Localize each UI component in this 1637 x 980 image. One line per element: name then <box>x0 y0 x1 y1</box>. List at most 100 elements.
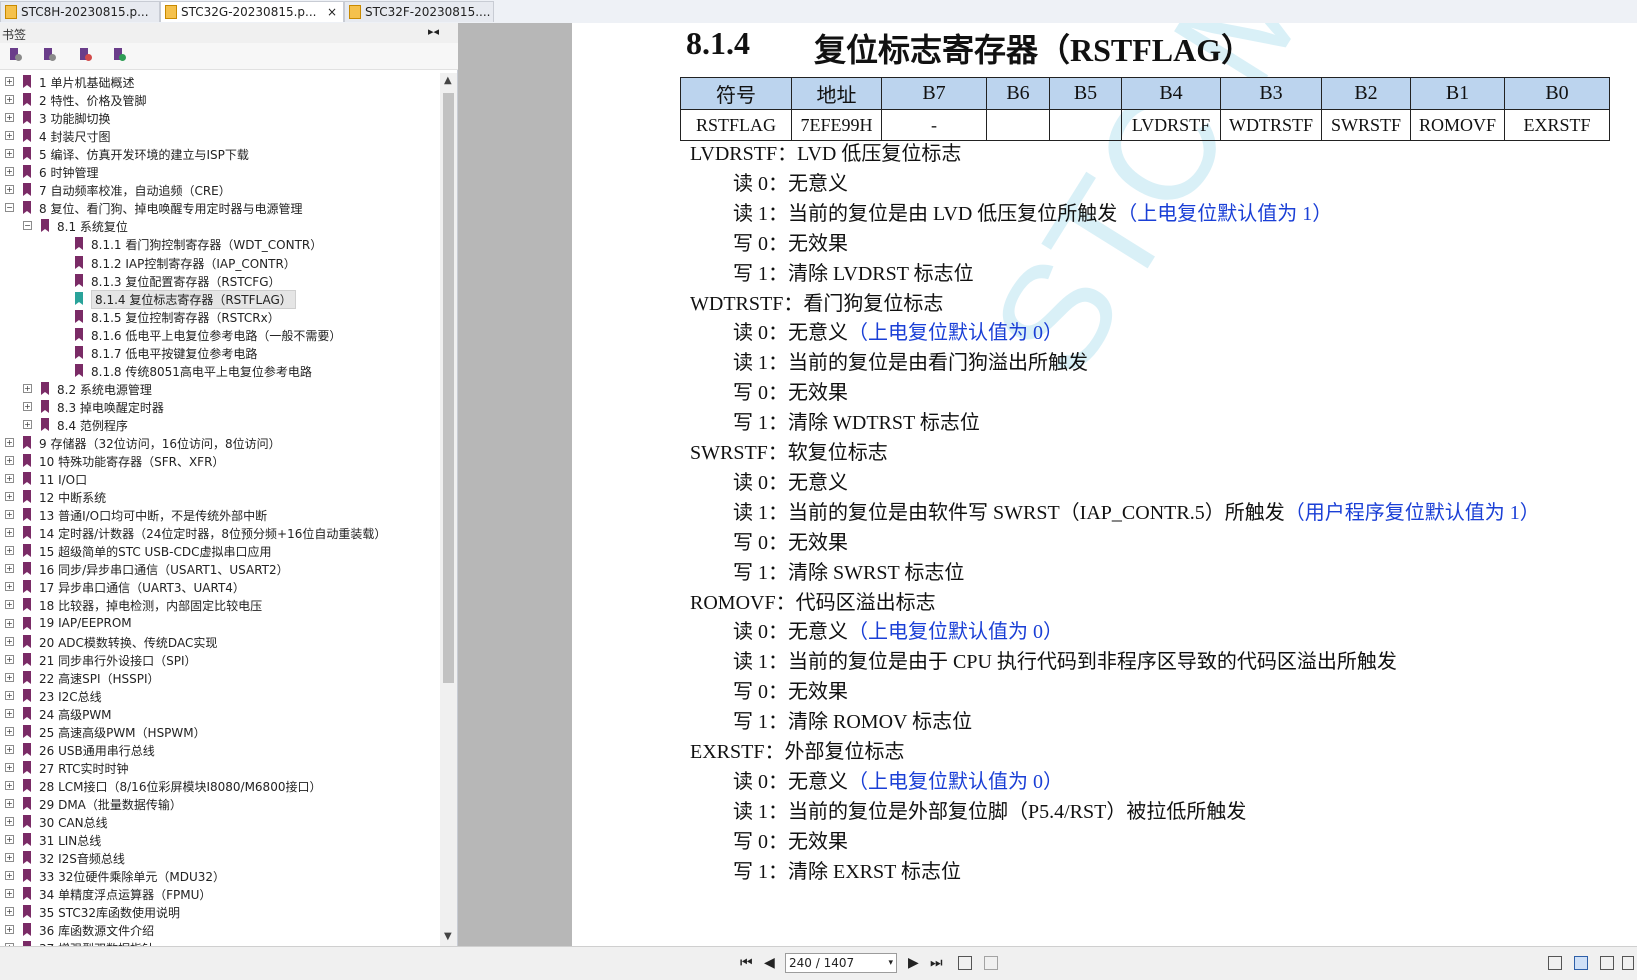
bookmark-item[interactable]: +18 比较器，掉电检测，内部固定比较电压 <box>0 596 440 614</box>
last-page-button[interactable]: ⏭ <box>930 955 943 971</box>
facing-continuous-view-icon[interactable] <box>1622 956 1634 970</box>
expand-icon[interactable]: + <box>5 456 14 465</box>
single-page-view-icon[interactable] <box>1548 956 1562 970</box>
previous-view-icon[interactable] <box>958 956 972 970</box>
bookmark-item[interactable]: +31 LIN总线 <box>0 831 440 849</box>
expand-icon[interactable]: + <box>5 745 14 754</box>
expand-icon[interactable]: + <box>5 817 14 826</box>
expand-icon[interactable]: + <box>5 781 14 790</box>
bookmark-item[interactable]: − 8 复位、看门狗、掉电唤醒专用定时器与电源管理 <box>0 199 440 217</box>
bookmark-item[interactable]: +25 高速高级PWM（HSPWM） <box>0 723 440 741</box>
bookmark-item[interactable]: 8.1.3 复位配置寄存器（RSTCFG） <box>0 272 440 290</box>
expand-icon[interactable]: + <box>5 853 14 862</box>
bookmark-item[interactable]: +27 RTC实时时钟 <box>0 759 440 777</box>
expand-icon[interactable]: + <box>5 528 14 537</box>
tab-stc32f[interactable]: STC32F-20230815.... <box>344 1 494 22</box>
expand-icon[interactable]: + <box>5 564 14 573</box>
bookmark-item[interactable]: +20 ADC模数转换、传统DAC实现 <box>0 633 440 651</box>
expand-icon[interactable]: + <box>5 149 14 158</box>
bookmark-item[interactable]: +8.3 掉电唤醒定时器 <box>0 398 440 416</box>
expand-icon[interactable]: + <box>5 185 14 194</box>
bookmark-item[interactable]: +15 超级简单的STC USB-CDC虚拟串口应用 <box>0 542 440 560</box>
first-page-button[interactable]: ⏮ <box>740 955 753 971</box>
bookmark-item[interactable]: +36 库函数源文件介绍 <box>0 921 440 939</box>
bookmark-item[interactable]: 8.1.6 低电平上电复位参考电路（一般不需要） <box>0 326 440 344</box>
expand-icon[interactable]: + <box>5 492 14 501</box>
expand-icon[interactable]: + <box>5 925 14 934</box>
collapse-icon[interactable]: − <box>23 221 32 230</box>
bookmark-item[interactable]: +22 高速SPI（HSSPI） <box>0 669 440 687</box>
bookmark-item[interactable]: +21 同步串行外设接口（SPI） <box>0 651 440 669</box>
expand-icon[interactable]: + <box>5 691 14 700</box>
expand-icon[interactable]: + <box>5 907 14 916</box>
bookmark-item[interactable]: +26 USB通用串行总线 <box>0 741 440 759</box>
bookmark-item[interactable]: +16 同步/异步串口通信（USART1、USART2） <box>0 560 440 578</box>
expand-icon[interactable]: + <box>5 95 14 104</box>
expand-icon[interactable]: + <box>5 799 14 808</box>
bookmark-item[interactable]: +6 时钟管理 <box>0 163 440 181</box>
expand-icon[interactable]: + <box>5 673 14 682</box>
bookmark-item[interactable]: +8.2 系统电源管理 <box>0 380 440 398</box>
bookmark-item[interactable]: +5 编译、仿真开发环境的建立与ISP下载 <box>0 145 440 163</box>
bookmark-collapse-icon[interactable] <box>42 48 56 62</box>
bookmark-item[interactable]: +9 存储器（32位访问，16位访问，8位访问） <box>0 434 440 452</box>
bookmark-item[interactable]: +29 DMA（批量数据传输） <box>0 795 440 813</box>
bookmark-item[interactable]: 8.1.5 复位控制寄存器（RSTCRx） <box>0 308 440 326</box>
expand-icon[interactable]: + <box>23 420 32 429</box>
prev-page-button[interactable]: ◀ <box>764 955 775 971</box>
bookmark-item[interactable]: +8.4 范例程序 <box>0 416 440 434</box>
expand-icon[interactable]: + <box>5 546 14 555</box>
expand-icon[interactable]: + <box>5 763 14 772</box>
expand-icon[interactable]: + <box>5 709 14 718</box>
facing-view-icon[interactable] <box>1600 956 1614 970</box>
scrollbar-thumb[interactable] <box>443 93 454 683</box>
bookmark-item[interactable]: +23 I2C总线 <box>0 687 440 705</box>
bookmark-item[interactable]: +14 定时器/计数器（24位定时器，8位预分频+16位自动重装载） <box>0 524 440 542</box>
tab-stc32g[interactable]: STC32G-20230815.p... × <box>160 1 344 22</box>
page-number-input[interactable]: 240 / 1407 ▾ <box>785 953 897 973</box>
bookmark-item[interactable]: +12 中断系统 <box>0 488 440 506</box>
expand-icon[interactable]: + <box>5 889 14 898</box>
expand-icon[interactable]: + <box>5 727 14 736</box>
bookmark-item[interactable]: 8.1.4 复位标志寄存器（RSTFLAG） <box>0 290 440 309</box>
bookmark-item[interactable]: 8.1.7 低电平按键复位参考电路 <box>0 344 440 362</box>
bookmark-item[interactable]: +3 功能脚切换 <box>0 109 440 127</box>
bookmark-item[interactable]: 8.1.1 看门狗控制寄存器（WDT_CONTR） <box>0 235 440 253</box>
expand-icon[interactable]: + <box>5 77 14 86</box>
expand-icon[interactable]: + <box>23 384 32 393</box>
bookmark-add-icon[interactable] <box>78 48 92 62</box>
bookmark-item[interactable]: +10 特殊功能寄存器（SFR、XFR） <box>0 452 440 470</box>
expand-icon[interactable]: + <box>5 438 14 447</box>
bookmark-item[interactable]: 8.1.2 IAP控制寄存器（IAP_CONTR） <box>0 254 440 272</box>
expand-icon[interactable]: + <box>5 113 14 122</box>
next-view-icon[interactable] <box>984 956 998 970</box>
bookmark-item[interactable]: +34 单精度浮点运算器（FPMU） <box>0 885 440 903</box>
bookmark-expand-icon[interactable] <box>8 48 22 62</box>
bookmark-item[interactable]: +35 STC32库函数使用说明 <box>0 903 440 921</box>
expand-icon[interactable]: + <box>5 871 14 880</box>
expand-icon[interactable]: + <box>5 655 14 664</box>
bookmarks-scrollbar[interactable]: ▲ ▼ <box>440 73 457 946</box>
close-icon[interactable]: × <box>327 5 337 19</box>
scroll-up-icon[interactable]: ▲ <box>444 75 452 86</box>
bookmark-item[interactable]: +30 CAN总线 <box>0 813 440 831</box>
tab-stc8h[interactable]: STC8H-20230815.p... <box>0 1 160 22</box>
panel-divider[interactable] <box>458 23 926 946</box>
bookmark-item[interactable]: +19 IAP/EEPROM <box>0 615 440 633</box>
scroll-down-icon[interactable]: ▼ <box>444 931 452 942</box>
panel-collapse-icon[interactable]: ▸◂ <box>428 25 439 38</box>
bookmark-item[interactable]: +32 I2S音频总线 <box>0 849 440 867</box>
expand-icon[interactable]: + <box>5 131 14 140</box>
bookmark-item[interactable]: 8.1.8 传统8051高电平上电复位参考电路 <box>0 362 440 380</box>
collapse-icon[interactable]: − <box>5 203 14 212</box>
expand-icon[interactable]: + <box>5 637 14 646</box>
expand-icon[interactable]: + <box>5 582 14 591</box>
expand-icon[interactable]: + <box>5 510 14 519</box>
expand-icon[interactable]: + <box>5 167 14 176</box>
bookmark-item[interactable]: +33 32位硬件乘除单元（MDU32） <box>0 867 440 885</box>
bookmark-item[interactable]: +13 普通I/O口均可中断，不是传统外部中断 <box>0 506 440 524</box>
bookmark-item[interactable]: − 8.1 系统复位 <box>0 217 440 235</box>
expand-icon[interactable]: + <box>5 474 14 483</box>
bookmark-item[interactable]: +2 特性、价格及管脚 <box>0 91 440 109</box>
bookmark-item[interactable]: +28 LCM接口（8/16位彩屏模块I8080/M6800接口） <box>0 777 440 795</box>
